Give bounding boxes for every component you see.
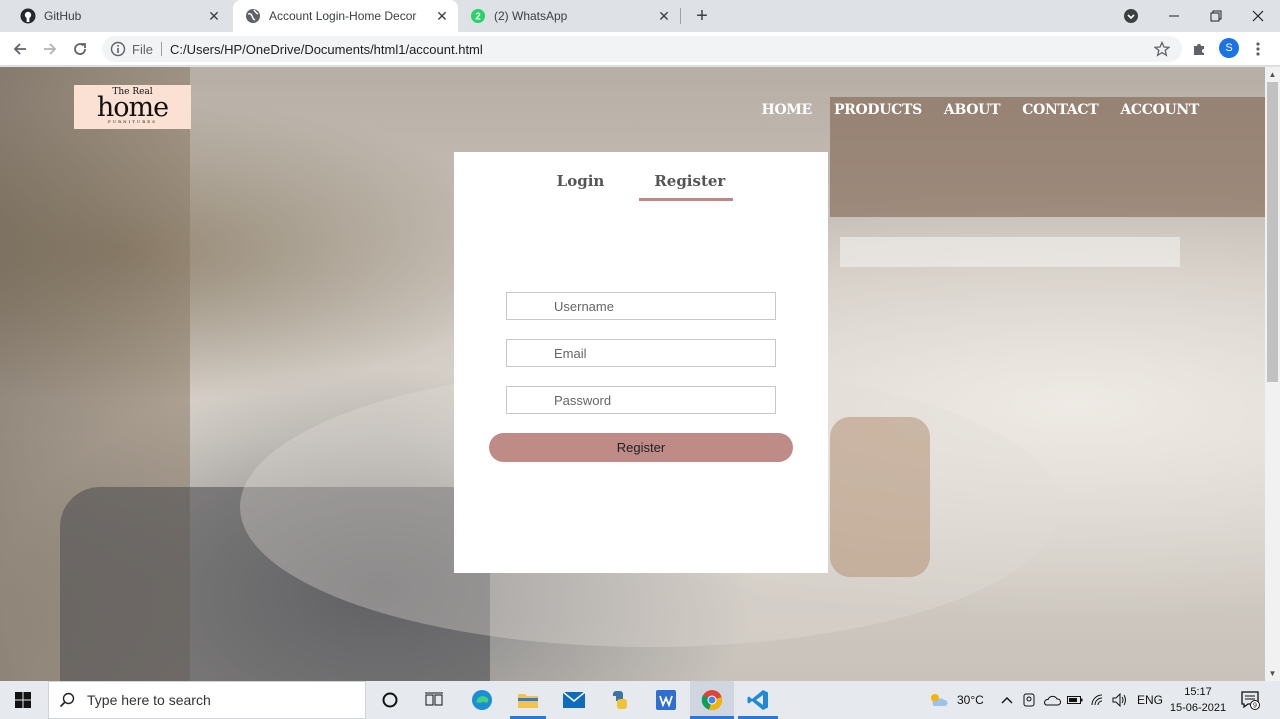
username-field[interactable] [506, 292, 776, 320]
python-icon[interactable] [602, 681, 638, 719]
volume-icon[interactable] [1110, 681, 1130, 719]
tab-account-login[interactable]: Account Login-Home Decor ✕ [233, 0, 458, 32]
background-kitchen-counter [840, 237, 1180, 267]
bookmark-star-icon[interactable] [1150, 37, 1174, 61]
clock-time: 15:17 [1184, 686, 1212, 698]
edge-icon[interactable] [464, 681, 500, 719]
register-button[interactable]: Register [489, 433, 793, 462]
windows-start-icon[interactable] [0, 681, 46, 719]
language-indicator[interactable]: ENG [1137, 693, 1163, 707]
nav-products[interactable]: PRODUCTS [834, 102, 922, 118]
tab-whatsapp[interactable]: 2 (2) WhatsApp ✕ [458, 0, 680, 32]
tab-github[interactable]: GitHub ✕ [8, 0, 230, 32]
restore-button[interactable] [1196, 0, 1236, 32]
svg-text:9: 9 [1253, 703, 1257, 710]
meet-now-icon[interactable] [1020, 681, 1038, 719]
whatsapp-icon: 2 [470, 8, 486, 24]
reload-button[interactable] [68, 37, 92, 61]
tab-title: (2) WhatsApp [494, 9, 568, 23]
tab-search-icon[interactable] [1118, 0, 1144, 32]
vscode-icon[interactable] [738, 681, 778, 719]
search-icon [59, 692, 75, 708]
address-bar[interactable]: File C:/Users/HP/OneDrive/Documents/html… [102, 36, 1182, 62]
windows-taskbar: Type here to search 30°C ENG 15:17 15-06… [0, 681, 1280, 719]
weather-temperature[interactable]: 30°C [957, 693, 984, 707]
nav-home[interactable]: HOME [762, 102, 813, 118]
close-window-button[interactable] [1238, 0, 1278, 32]
globe-icon [245, 8, 261, 24]
tab-title: Account Login-Home Decor [269, 9, 417, 23]
password-field[interactable] [506, 386, 776, 414]
onedrive-cloud-icon[interactable] [1041, 681, 1063, 719]
close-tab-icon[interactable]: ✕ [206, 8, 222, 24]
chrome-icon[interactable] [690, 681, 734, 719]
url-text[interactable]: C:/Users/HP/OneDrive/Documents/html1/acc… [170, 42, 483, 57]
scheme-label: File [132, 41, 153, 57]
tab-title: GitHub [44, 9, 82, 23]
clock-date: 15-06-2021 [1169, 702, 1227, 714]
tab-login[interactable]: Login [557, 172, 605, 190]
browser-tab-strip: GitHub ✕ Account Login-Home Decor ✕ 2 (2… [0, 0, 1280, 32]
info-icon[interactable] [110, 41, 126, 57]
nav-account[interactable]: ACCOUNT [1120, 102, 1199, 118]
task-view-icon[interactable] [416, 681, 452, 719]
logo-sub-text: FURNITURES [108, 119, 157, 124]
page-content: The Real home FURNITURES HOME PRODUCTS A… [0, 67, 1265, 681]
menu-kebab-icon[interactable] [1246, 37, 1270, 61]
tab-register[interactable]: Register [654, 172, 725, 190]
new-tab-button[interactable]: + [690, 4, 714, 28]
search-placeholder: Type here to search [87, 692, 211, 708]
back-button[interactable] [8, 37, 32, 61]
account-form-card: Login Register Register [454, 152, 828, 573]
forward-button[interactable] [38, 37, 62, 61]
tab-separator [680, 8, 681, 24]
nav-contact[interactable]: CONTACT [1022, 102, 1098, 118]
file-explorer-icon[interactable] [510, 681, 546, 719]
site-nav: HOME PRODUCTS ABOUT CONTACT ACCOUNT [762, 102, 1200, 118]
active-tab-indicator [639, 198, 733, 201]
minimize-button[interactable] [1154, 0, 1194, 32]
close-tab-icon[interactable]: ✕ [434, 8, 450, 24]
whiteboard-icon[interactable] [648, 681, 684, 719]
weather-icon[interactable] [926, 681, 950, 719]
svg-text:2: 2 [475, 12, 481, 23]
nav-about[interactable]: ABOUT [944, 102, 1001, 118]
logo-main-text: home [96, 92, 169, 123]
tray-overflow-chevron-icon[interactable] [998, 681, 1016, 719]
browser-toolbar: File C:/Users/HP/OneDrive/Documents/html… [0, 32, 1280, 66]
address-separator [160, 42, 162, 56]
profile-avatar[interactable]: S [1219, 38, 1239, 58]
scroll-down-icon[interactable]: ▼ [1265, 666, 1280, 681]
extensions-puzzle-icon[interactable] [1187, 37, 1211, 61]
taskbar-search-box[interactable]: Type here to search [48, 681, 366, 719]
clock[interactable]: 15:17 15-06-2021 [1166, 684, 1230, 716]
scroll-up-icon[interactable]: ▲ [1265, 67, 1280, 82]
github-icon [20, 8, 36, 24]
close-tab-icon[interactable]: ✕ [656, 8, 672, 24]
form-tabs: Login Register [454, 172, 828, 190]
wifi-icon[interactable] [1088, 681, 1108, 719]
site-logo[interactable]: The Real home FURNITURES [74, 85, 191, 129]
notification-center-icon[interactable]: 9 [1238, 681, 1262, 719]
battery-icon[interactable] [1065, 681, 1085, 719]
mail-icon[interactable] [556, 681, 592, 719]
email-field[interactable] [506, 339, 776, 367]
cortana-icon[interactable] [372, 681, 408, 719]
scrollbar-thumb[interactable] [1267, 82, 1278, 382]
